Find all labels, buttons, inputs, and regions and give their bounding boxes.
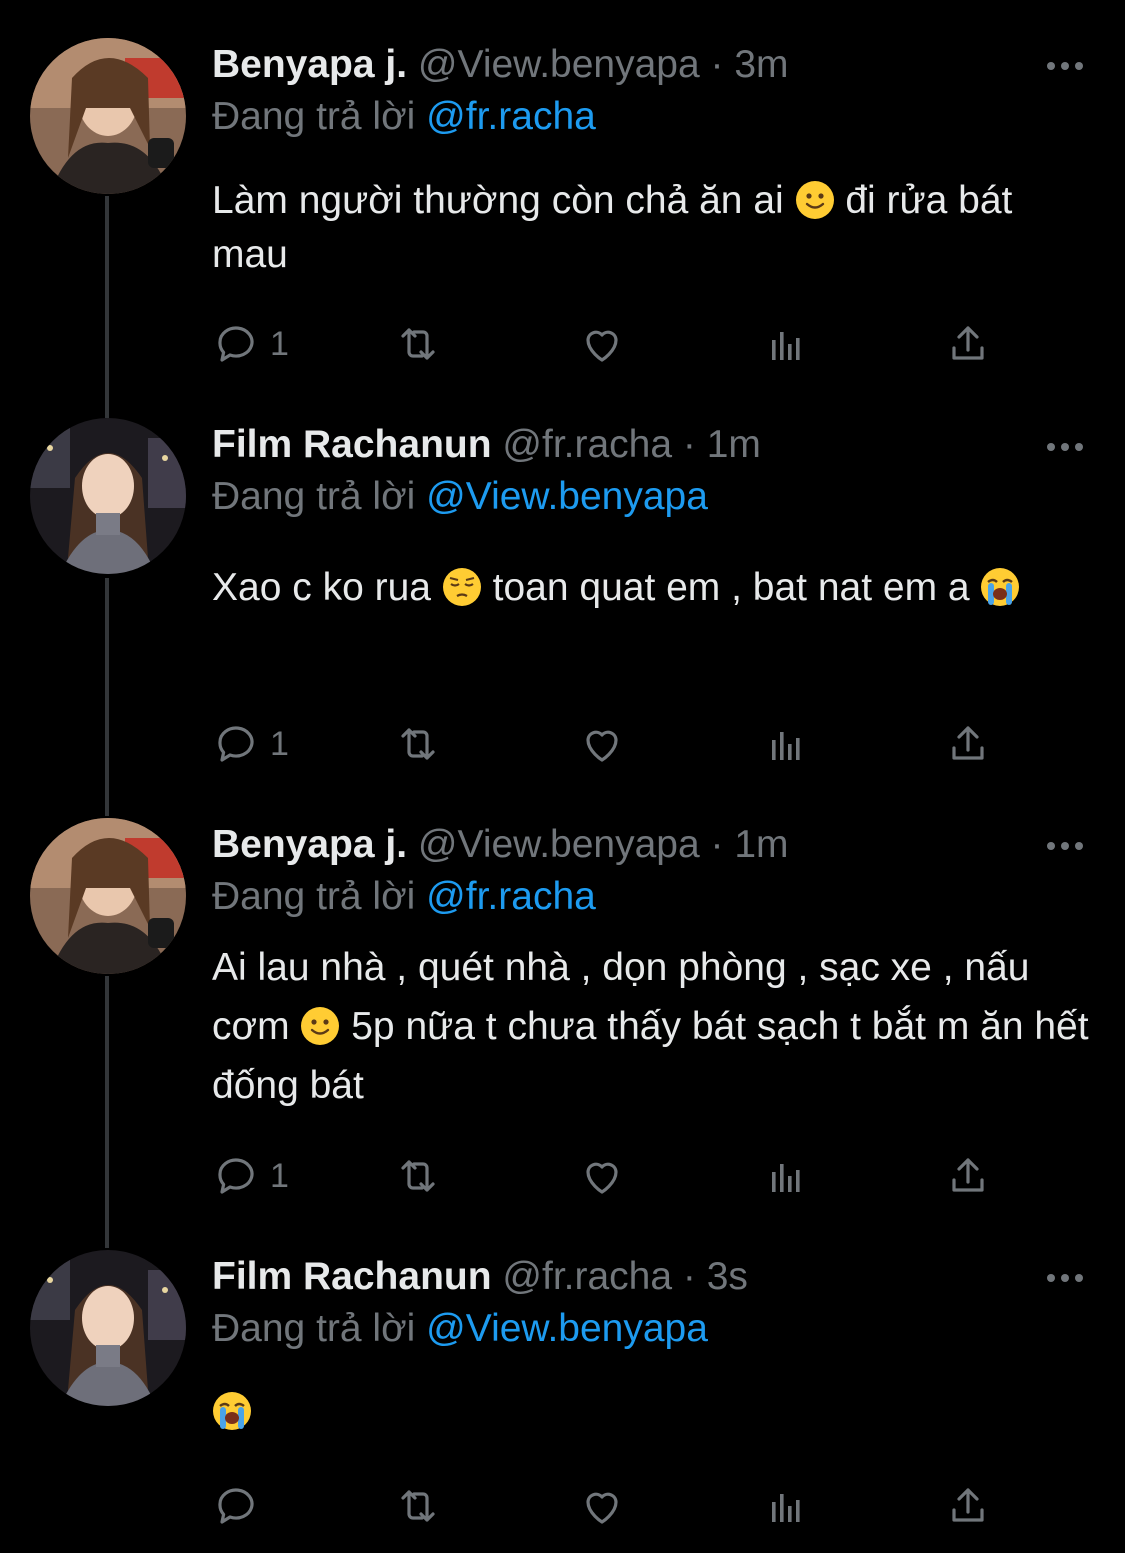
reply-count: 1 [270,724,289,763]
more-icon[interactable] [1047,443,1083,451]
tweet-text: Xao c ko rua toan quat em , bat nat em a [212,555,1092,621]
separator-dot: · [710,43,724,86]
author-name[interactable]: Benyapa j. [212,823,407,866]
like-button[interactable] [578,720,626,768]
tweet-text [212,1385,1092,1439]
retweet-button[interactable] [394,1482,442,1530]
share-button[interactable] [944,320,992,368]
like-button[interactable] [578,1482,626,1530]
reply-icon [212,1482,260,1530]
author-handle[interactable]: @View.benyapa [418,823,700,866]
separator-dot: · [682,1255,696,1298]
reply-icon [212,720,260,768]
mention-link[interactable]: @fr.racha [426,95,596,138]
tweet-text: Ai lau nhà , quét nhà , dọn phòng , sạc … [212,946,1089,1107]
reply-button[interactable] [212,1482,270,1530]
slightly-smiling-face-emoji [795,180,835,220]
loudly-crying-face-emoji [212,1391,252,1431]
share-icon [944,320,992,368]
mention-link[interactable]: @View.benyapa [426,1307,708,1350]
thread-line [105,196,109,418]
retweet-icon [394,1482,442,1530]
reply-button[interactable]: 1 [212,320,289,368]
retweet-icon [394,720,442,768]
more-icon[interactable] [1047,1274,1083,1282]
reply-button[interactable]: 1 [212,720,289,768]
reply-button[interactable]: 1 [212,1152,289,1200]
like-icon [578,320,626,368]
author-name[interactable]: Benyapa j. [212,43,407,86]
avatar[interactable] [30,38,186,194]
views-icon [762,720,810,768]
like-button[interactable] [578,320,626,368]
loudly-crying-face-emoji [980,567,1020,607]
tweet-text: Làm người thường còn chả ăn ai đi rửa bá… [212,179,1013,276]
author-handle[interactable]: @View.benyapa [418,43,700,86]
avatar[interactable] [30,418,186,574]
share-button[interactable] [944,720,992,768]
share-button[interactable] [944,1482,992,1530]
thread-line [105,578,109,816]
views-button[interactable] [762,720,810,768]
views-icon [762,1482,810,1530]
timestamp[interactable]: 1m [734,823,788,866]
author-name[interactable]: Film Rachanun [212,1255,492,1298]
replying-label: Đang trả lời [212,95,416,138]
share-icon [944,1152,992,1200]
separator-dot: · [710,823,724,866]
timestamp[interactable]: 3m [734,43,788,86]
replying-label: Đang trả lời [212,475,416,518]
author-name[interactable]: Film Rachanun [212,423,492,466]
share-icon [944,720,992,768]
retweet-icon [394,1152,442,1200]
slightly-smiling-face-emoji [300,1006,340,1046]
retweet-button[interactable] [394,1152,442,1200]
replying-label: Đang trả lời [212,1307,416,1350]
timestamp[interactable]: 1m [707,423,761,466]
like-icon [578,1152,626,1200]
views-icon [762,1152,810,1200]
views-button[interactable] [762,1482,810,1530]
more-icon[interactable] [1047,842,1083,850]
pensive-face-emoji [442,567,482,607]
avatar[interactable] [30,818,186,974]
timestamp[interactable]: 3s [707,1255,748,1298]
share-button[interactable] [944,1152,992,1200]
views-button[interactable] [762,1152,810,1200]
like-icon [578,720,626,768]
share-icon [944,1482,992,1530]
retweet-button[interactable] [394,320,442,368]
retweet-icon [394,320,442,368]
mention-link[interactable]: @fr.racha [426,875,596,918]
more-icon[interactable] [1047,62,1083,70]
reply-count: 1 [270,324,289,363]
like-icon [578,1482,626,1530]
separator-dot: · [682,423,696,466]
views-button[interactable] [762,320,810,368]
reply-icon [212,1152,260,1200]
replying-label: Đang trả lời [212,875,416,918]
reply-count: 1 [270,1156,289,1195]
mention-link[interactable]: @View.benyapa [426,475,708,518]
avatar[interactable] [30,1250,186,1406]
author-handle[interactable]: @fr.racha [502,1255,672,1298]
author-handle[interactable]: @fr.racha [502,423,672,466]
thread-line [105,976,109,1248]
reply-icon [212,320,260,368]
retweet-button[interactable] [394,720,442,768]
views-icon [762,320,810,368]
like-button[interactable] [578,1152,626,1200]
